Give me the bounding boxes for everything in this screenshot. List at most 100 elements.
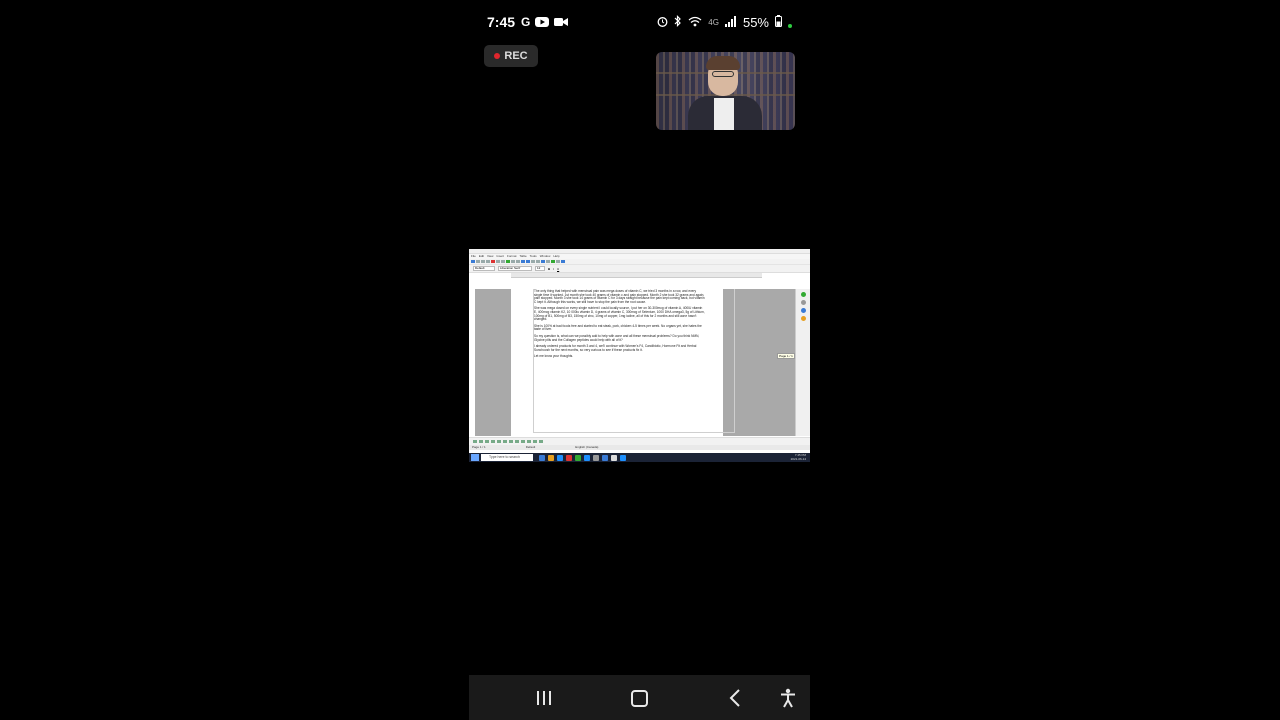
recent-apps-icon[interactable] [534, 688, 554, 708]
page-style: Default [525, 445, 536, 449]
draw-tool-icon[interactable] [473, 440, 477, 443]
paragraph-style-select[interactable]: Default [473, 266, 495, 271]
bluetooth-icon [674, 14, 682, 30]
taskbar-app-icon[interactable] [575, 454, 581, 461]
menu-format[interactable]: Format [507, 254, 517, 259]
menu-file[interactable]: File [471, 254, 476, 259]
redo-icon[interactable] [526, 260, 530, 263]
save-icon[interactable] [481, 260, 485, 263]
participant-video-thumbnail[interactable] [656, 52, 795, 130]
network-type-label: 4G [708, 17, 719, 27]
tool-icon[interactable] [486, 260, 490, 263]
battery-icon [775, 14, 782, 30]
underline-icon[interactable]: U [557, 267, 559, 271]
draw-tool-icon[interactable] [515, 440, 519, 443]
navigator-icon[interactable] [800, 316, 806, 321]
status-bar: 7:45 G 4G 55% [487, 12, 792, 32]
styles-icon[interactable] [800, 300, 806, 305]
record-dot-icon [494, 53, 501, 59]
language: English (Canada) [575, 445, 599, 449]
document-statusbar: Page 1 / 1 Default English (Canada) [469, 445, 810, 450]
draw-tool-icon[interactable] [509, 440, 513, 443]
windows-taskbar: Type here to search 7:45 PM 2021-06-14 [469, 453, 810, 462]
spellcheck-icon[interactable] [506, 260, 510, 263]
folder-icon[interactable] [548, 454, 554, 461]
open-icon[interactable] [476, 260, 480, 263]
person-glasses [712, 71, 734, 77]
writer-icon[interactable] [611, 454, 617, 461]
menu-view[interactable]: View [487, 254, 493, 259]
menu-insert[interactable]: Insert [496, 254, 504, 259]
print-icon[interactable] [496, 260, 500, 263]
draw-tool-icon[interactable] [521, 440, 525, 443]
tool-icon[interactable] [536, 260, 540, 263]
gallery-icon[interactable] [800, 308, 806, 313]
draw-tool-icon[interactable] [539, 440, 543, 443]
undo-icon[interactable] [521, 260, 525, 263]
tool-icon[interactable] [501, 260, 505, 263]
page-frame [533, 289, 735, 433]
document-workspace: The only thing that helped with menstrua… [475, 289, 795, 436]
menu-help[interactable]: Help [553, 254, 559, 259]
tool-icon[interactable] [546, 260, 550, 263]
draw-tool-icon[interactable] [485, 440, 489, 443]
font-name-select[interactable]: Liberation Serif [498, 266, 532, 271]
battery-percent: 55% [742, 14, 769, 30]
menu-edit[interactable]: Edit [479, 254, 484, 259]
accessibility-icon[interactable] [778, 688, 798, 708]
taskbar-app-icon[interactable] [602, 454, 608, 461]
table-icon[interactable] [541, 260, 545, 263]
privacy-indicator [788, 24, 792, 28]
menu-window[interactable]: Window [540, 254, 551, 259]
tool-icon[interactable] [531, 260, 535, 263]
person-hair [706, 56, 740, 70]
taskbar-app-icon[interactable] [539, 454, 545, 461]
taskbar-search[interactable]: Type here to search [481, 454, 533, 461]
taskbar-app-icon[interactable] [593, 454, 599, 461]
page-tooltip: Page 1 / 1 [777, 353, 795, 359]
menu-table[interactable]: Table [520, 254, 527, 259]
image-icon[interactable] [551, 260, 555, 263]
new-doc-icon[interactable] [471, 260, 475, 263]
tool-icon[interactable] [516, 260, 520, 263]
draw-tool-icon[interactable] [497, 440, 501, 443]
back-icon[interactable] [725, 688, 745, 708]
taskbar-app-icon[interactable] [620, 454, 626, 461]
bold-icon[interactable]: B [548, 267, 550, 271]
properties-icon[interactable] [800, 292, 806, 297]
android-nav-bar [469, 675, 810, 720]
tray-date: 2021-06-14 [790, 456, 806, 461]
draw-tool-icon[interactable] [533, 440, 537, 443]
draw-tool-icon[interactable] [479, 440, 483, 443]
system-tray[interactable]: 7:45 PM 2021-06-14 [790, 453, 810, 461]
drawing-toolbar [469, 437, 810, 445]
formatting-toolbar: Default Liberation Serif 12 B I U [469, 265, 810, 273]
tool-icon[interactable] [556, 260, 560, 263]
italic-icon[interactable]: I [553, 267, 554, 271]
home-icon[interactable] [629, 688, 649, 708]
pdf-icon[interactable] [491, 260, 495, 263]
tool-icon[interactable] [511, 260, 515, 263]
menu-tools[interactable]: Tools [530, 254, 537, 259]
page-count: Page 1 / 1 [472, 445, 486, 449]
draw-tool-icon[interactable] [503, 440, 507, 443]
taskbar-app-icon[interactable] [566, 454, 572, 461]
taskbar-app-icon[interactable] [557, 454, 563, 461]
recording-label: REC [504, 50, 528, 62]
windows-start-icon[interactable] [471, 454, 479, 461]
phone-screen: 7:45 G 4G 55% REC File Edit View Insert … [469, 0, 810, 720]
youtube-icon [535, 14, 550, 30]
recording-badge[interactable]: REC [484, 45, 538, 67]
google-icon: G [521, 15, 531, 29]
status-right: 4G 55% [657, 14, 792, 30]
draw-tool-icon[interactable] [527, 440, 531, 443]
help-icon[interactable] [561, 260, 565, 263]
alarm-icon [657, 15, 668, 30]
person-shirt [714, 98, 734, 130]
sidebar-deck [795, 289, 810, 436]
clock: 7:45 [487, 14, 516, 30]
draw-tool-icon[interactable] [491, 440, 495, 443]
taskbar-app-icon[interactable] [584, 454, 590, 461]
font-size-select[interactable]: 12 [535, 266, 545, 271]
shared-screen[interactable]: File Edit View Insert Format Table Tools… [469, 249, 810, 462]
